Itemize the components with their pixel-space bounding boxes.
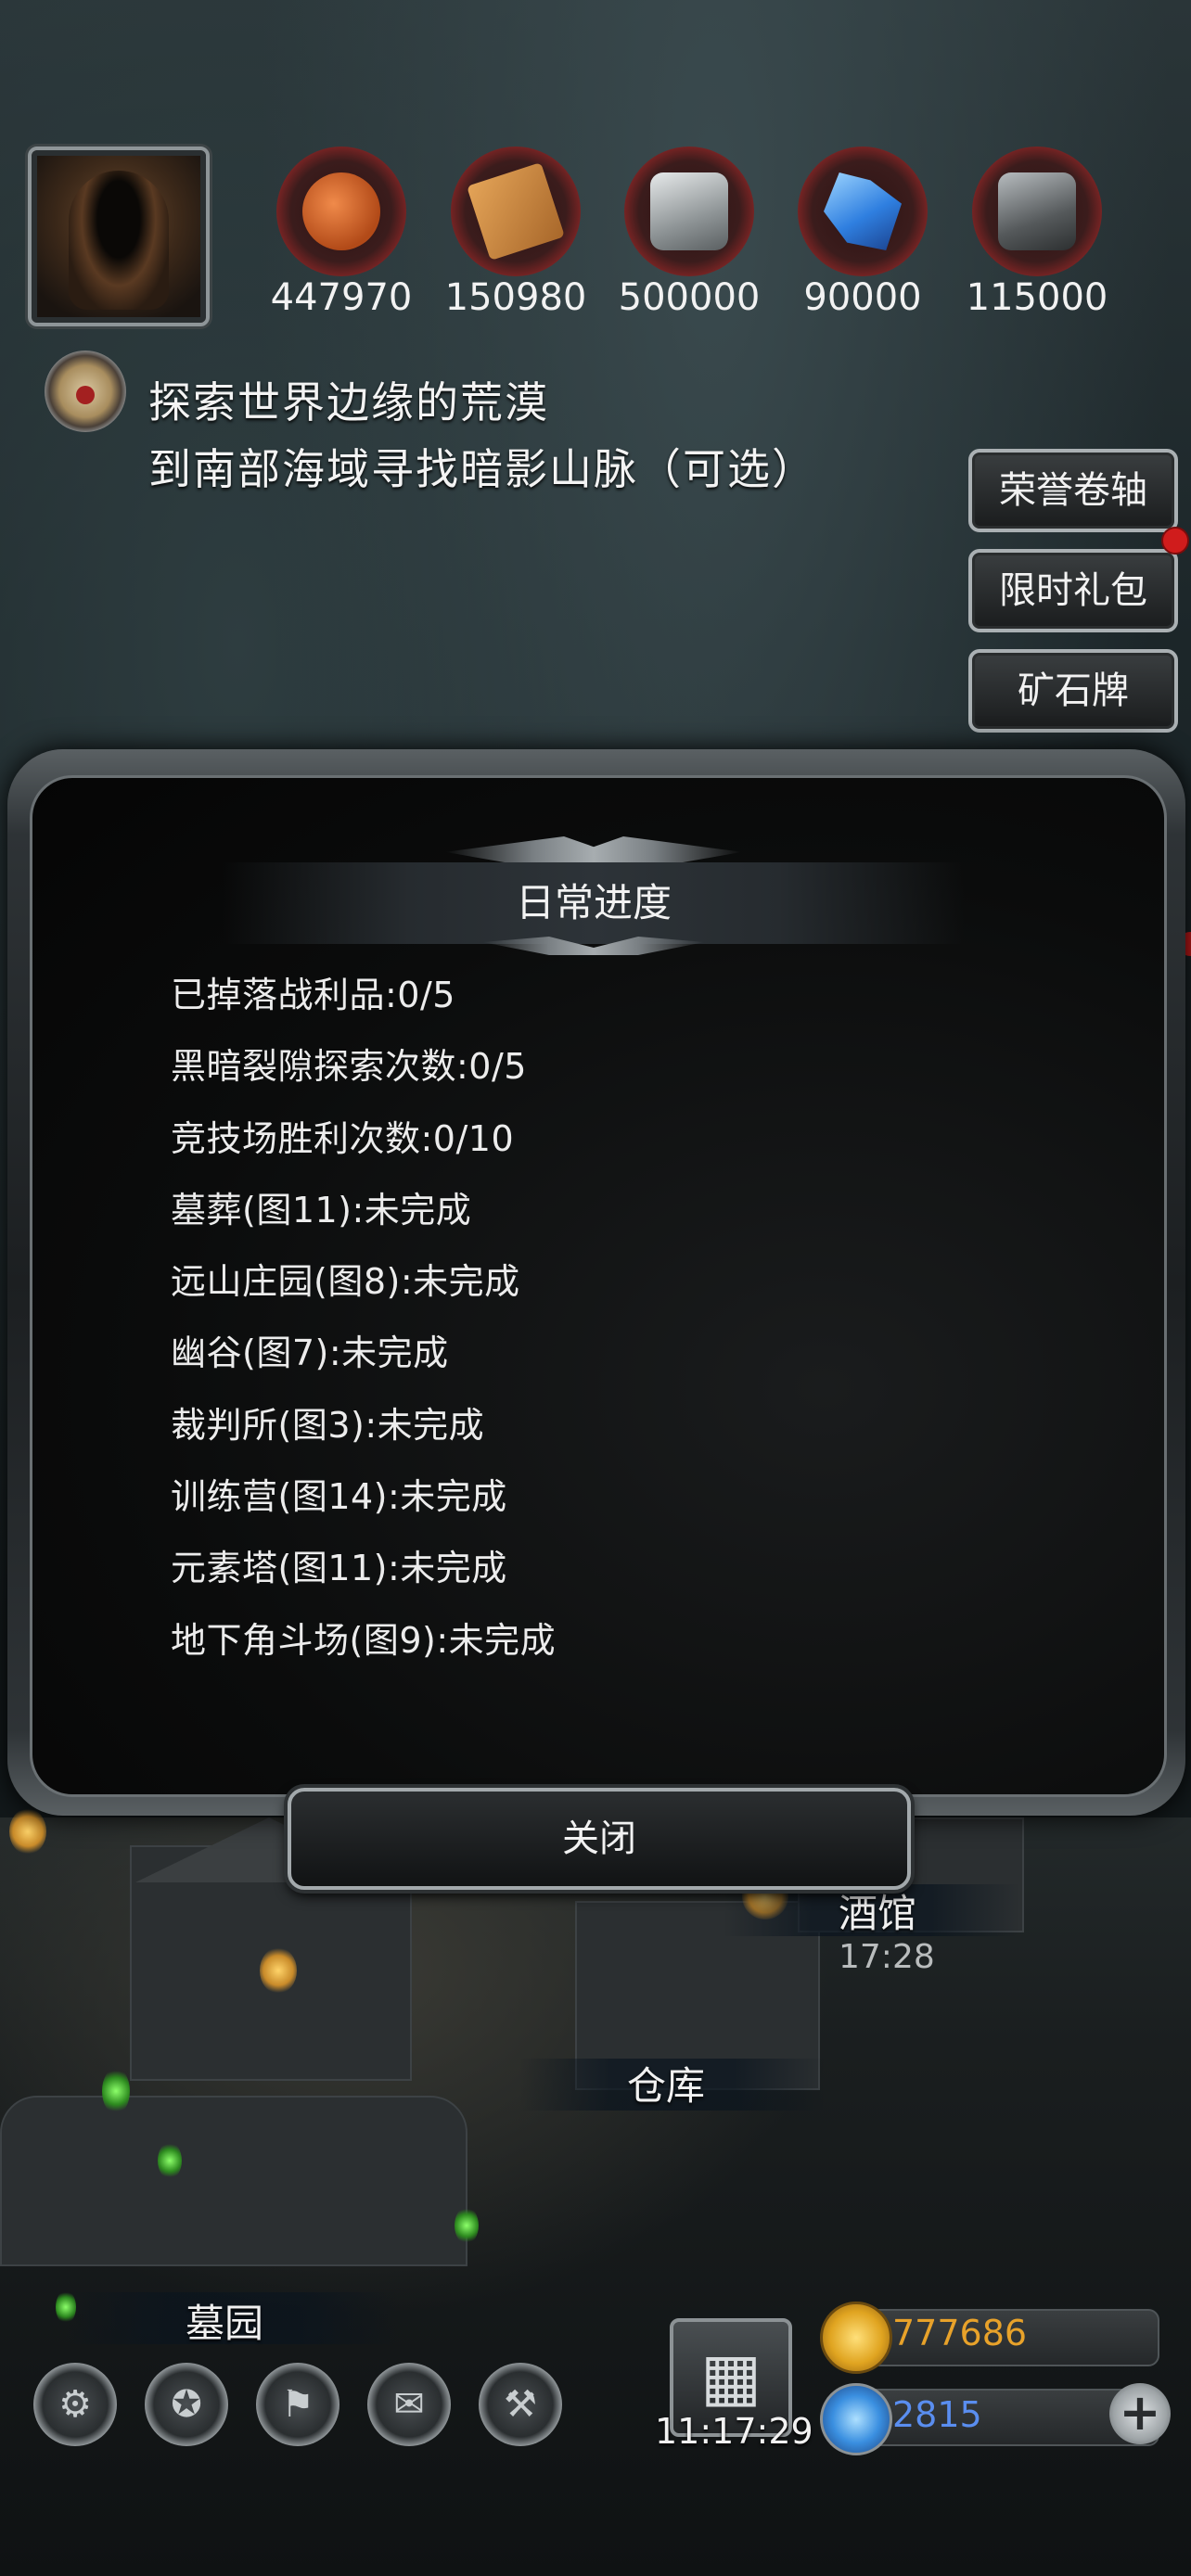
progress-list: 已掉落战利品:0/5 黑暗裂隙探索次数:0/5 竞技场胜利次数:0/10 墓葬(… [171, 964, 1005, 1681]
lantern-icon [9, 1808, 46, 1855]
window-light [260, 1947, 297, 1994]
resource-iron-value: 115000 [966, 276, 1108, 319]
warehouse-label[interactable]: 仓库 [627, 2055, 705, 2111]
resource-stone-value: 500000 [618, 276, 761, 319]
quest-scroll-icon[interactable] [45, 351, 126, 432]
ore-badge-button[interactable]: 矿石牌 [968, 649, 1178, 733]
quest-line-1[interactable]: 探索世界边缘的荒漠 [148, 369, 549, 430]
resource-plank-value: 150980 [444, 276, 587, 319]
player-avatar[interactable] [28, 147, 210, 326]
resource-iron-icon [972, 147, 1102, 276]
green-flame-icon [158, 2142, 182, 2179]
gold-amount: 777686 [892, 2313, 1028, 2353]
countdown-clock: 11:17:29 [655, 2411, 813, 2452]
green-flame-icon [102, 2068, 130, 2114]
resource-crystal-icon [798, 147, 928, 276]
tavern-label[interactable]: 酒馆 [839, 1882, 916, 1939]
list-item: 元素塔(图11):未完成 [171, 1548, 507, 1589]
graveyard-label[interactable]: 墓园 [186, 2292, 263, 2349]
list-item: 黑暗裂隙探索次数:0/5 [171, 1046, 527, 1088]
resource-plank-icon [451, 147, 581, 276]
green-flame-icon [455, 2207, 479, 2244]
achievement-icon[interactable]: ✪ [145, 2363, 228, 2446]
graveyard-area[interactable] [0, 2096, 467, 2266]
guild-banner-icon[interactable]: ⚑ [256, 2363, 339, 2446]
tavern-timer: 17:28 [839, 1938, 935, 1976]
forge-anvil-icon[interactable]: ⚒ [479, 2363, 562, 2446]
honor-scroll-button[interactable]: 荣誉卷轴 [968, 449, 1178, 532]
list-item: 地下角斗场(图9):未完成 [171, 1619, 557, 1661]
settings-gear-icon[interactable]: ⚙ [33, 2363, 117, 2446]
resource-stone-icon [624, 147, 754, 276]
limited-pack-button[interactable]: 限时礼包 [968, 549, 1178, 632]
resource-meat-value: 447970 [270, 276, 413, 319]
notification-dot [1161, 527, 1189, 555]
blue-gem-icon [820, 2383, 892, 2455]
list-item: 训练营(图14):未完成 [171, 1476, 507, 1518]
quest-line-2[interactable]: 到南部海域寻找暗影山脉（可选） [148, 436, 816, 497]
mail-icon[interactable]: ✉ [367, 2363, 451, 2446]
wax-seal-icon [76, 386, 95, 404]
dialog-title: 日常进度 [515, 880, 672, 925]
hooded-figure-icon [69, 171, 169, 310]
gem-amount: 2815 [892, 2394, 982, 2435]
list-item: 竞技场胜利次数:0/10 [171, 1117, 515, 1159]
close-button[interactable]: 关闭 [288, 1788, 911, 1890]
resource-meat-icon [276, 147, 406, 276]
gold-coin-icon [820, 2302, 892, 2374]
list-item: 已掉落战利品:0/5 [171, 975, 455, 1015]
resource-crystal-value: 90000 [803, 276, 922, 319]
list-item: 远山庄园(图8):未完成 [171, 1261, 520, 1303]
add-gems-button[interactable]: + [1109, 2383, 1171, 2444]
list-item: 裁判所(图3):未完成 [171, 1404, 485, 1446]
list-item: 幽谷(图7):未完成 [171, 1333, 449, 1374]
list-item: 墓葬(图11):未完成 [171, 1189, 472, 1231]
